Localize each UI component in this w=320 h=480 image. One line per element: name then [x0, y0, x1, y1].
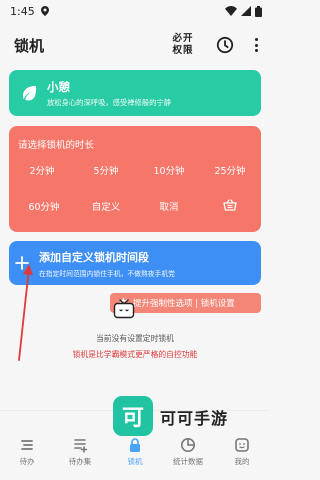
duration-5min-option[interactable]: 5分钟: [93, 163, 118, 177]
watermark-logo: 可: [113, 396, 153, 436]
nav-label-me: 我的: [234, 457, 250, 466]
quick-rest-title: 小憩: [47, 79, 70, 94]
nav-item-todo[interactable]: 待办: [7, 437, 47, 467]
duration-2min-option[interactable]: 2分钟: [29, 163, 54, 177]
perm-line-1: 必开: [172, 33, 194, 44]
add-custom-lock-title: 添加自定义锁机时间段: [39, 250, 149, 264]
duration-60min-option[interactable]: 60分钟: [28, 199, 59, 213]
quick-rest-subtitle: 放松身心的深呼吸，感受禅修般的宁静: [47, 97, 172, 107]
lock-settings-label: 提升强制性选项 | 锁机设置: [133, 299, 235, 309]
required-permissions-button[interactable]: 必开 权限: [168, 33, 198, 57]
cancel-option[interactable]: 取消: [159, 199, 178, 213]
tv-icon: [112, 296, 136, 320]
perm-line-2: 权限: [172, 45, 194, 56]
status-time: 1:45: [10, 4, 35, 18]
page-title: 锁机: [14, 36, 45, 55]
clock-icon[interactable]: [216, 36, 234, 54]
status-bar: 1:45: [0, 0, 270, 22]
pie-chart-icon: [180, 437, 196, 453]
more-options-icon[interactable]: [252, 36, 260, 54]
nav-label-todo: 待办: [19, 457, 35, 466]
custom-duration-option[interactable]: 自定义: [92, 199, 121, 213]
lock-duration-card: 请选择锁机的时长 2分钟 5分钟 10分钟 25分钟 60分钟 自定义 取消: [9, 126, 261, 232]
arrow-annotation: [18, 264, 33, 361]
lock-icon: [127, 437, 143, 453]
watermark-logo-char: 可: [121, 406, 144, 431]
list-icon: [19, 437, 35, 453]
warning-text: 锁机是比学霸模式更严格的自控功能: [72, 350, 198, 359]
empty-state-text: 当前没有设置定时锁机: [96, 334, 174, 343]
lock-duration-header: 请选择锁机的时长: [18, 140, 95, 151]
leaf-icon: [19, 83, 39, 103]
collection-icon: [72, 437, 88, 453]
battery-icon: [255, 5, 262, 17]
nav-item-lock[interactable]: 锁机: [115, 437, 155, 467]
nav-item-todo-collection[interactable]: 待办集: [60, 437, 100, 467]
location-icon: [40, 6, 49, 16]
signal-icon: [241, 6, 251, 16]
add-custom-lock-subtitle: 在指定时间范围内锁住手机，不做熬夜手机党: [39, 269, 175, 278]
nav-label-lock: 锁机: [127, 457, 143, 466]
basket-icon[interactable]: [223, 199, 237, 211]
nav-label-statistics: 统计数据: [173, 457, 203, 466]
nav-item-statistics[interactable]: 统计数据: [168, 437, 208, 467]
nav-item-me[interactable]: 我的: [222, 437, 262, 467]
app-bar: 锁机 必开 权限: [0, 24, 270, 66]
add-custom-lock-period-card[interactable]: 添加自定义锁机时间段 在指定时间范围内锁住手机，不做熬夜手机党: [9, 241, 261, 285]
profile-icon: [234, 437, 250, 453]
wifi-icon: [225, 6, 237, 16]
duration-25min-option[interactable]: 25分钟: [214, 163, 245, 177]
watermark-text: 可可手游: [160, 409, 229, 428]
quick-rest-card[interactable]: 小憩 放松身心的深呼吸，感受禅修般的宁静: [9, 70, 261, 116]
duration-10min-option[interactable]: 10分钟: [153, 163, 184, 177]
nav-label-todo-collection: 待办集: [68, 457, 92, 466]
